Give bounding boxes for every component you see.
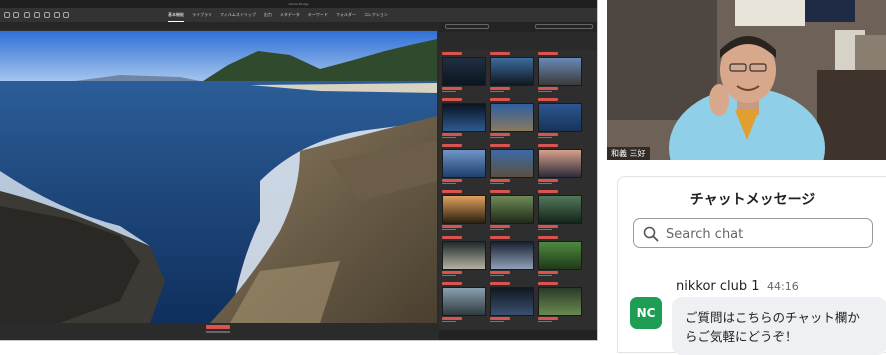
workspace-tab[interactable]: フィルムストリップ (220, 8, 256, 22)
content-tab-bar (439, 32, 597, 50)
message-line: ご質問はこちらのチャット欄か (685, 310, 860, 325)
search-chat-input[interactable] (664, 223, 868, 245)
workspace-tab[interactable]: 基本機能 (168, 8, 184, 22)
participant-video: 和義 三好 (607, 0, 886, 160)
forward-icon[interactable] (13, 12, 19, 18)
content-panel (439, 22, 597, 340)
filter-search[interactable] (535, 24, 593, 29)
adobe-bridge-window: Adobe Bridge 基本機能 ライブラリ フィルムストリップ 出力 メタデ… (0, 0, 598, 341)
preview-footer (0, 323, 437, 340)
search-chat-box[interactable] (633, 218, 873, 248)
workspace-tab[interactable]: キーワード (308, 8, 328, 22)
message-line: らご気軽にどうぞ！ (685, 329, 798, 344)
content-panel-header (439, 22, 597, 32)
workspace-tab[interactable]: フォルダー (336, 8, 356, 22)
content-panel-footer (439, 330, 597, 340)
workspace-tab[interactable]: ライブラリ (192, 8, 212, 22)
chat-title: チャットメッセージ (689, 192, 816, 208)
chat-message: NC nikkor club 1 44:16 ご質問はこちらのチャット欄か らご… (630, 275, 886, 355)
camera-icon[interactable] (34, 12, 40, 18)
message-bubble: ご質問はこちらのチャット欄か らご気軽にどうぞ！ (672, 297, 886, 355)
workspace-tab[interactable]: コレクション (364, 8, 388, 22)
chat-panel: チャットメッセージ NC nikkor club 1 44:16 ご質問はこちら… (617, 176, 886, 355)
refine-icon[interactable] (44, 12, 50, 18)
preview-header (0, 22, 440, 29)
rotate-left-icon[interactable] (54, 12, 60, 18)
avatar: NC (630, 297, 662, 329)
message-sender: nikkor club 1 (676, 279, 760, 294)
message-text: ご質問はこちらのチャット欄か らご気軽にどうぞ！ (685, 308, 875, 346)
preview-image (0, 31, 437, 323)
folder-icon[interactable] (24, 12, 30, 18)
magnifier-icon (643, 226, 659, 242)
filename-label (206, 331, 230, 333)
rotate-right-icon[interactable] (63, 12, 69, 18)
shared-screen: Adobe Bridge 基本機能 ライブラリ フィルムストリップ 出力 メタデ… (0, 0, 598, 351)
workspace-menu: 基本機能 ライブラリ フィルムストリップ 出力 メタデータ キーワード フォルダ… (168, 8, 388, 22)
path-bar[interactable] (445, 24, 489, 29)
app-toolbar: 基本機能 ライブラリ フィルムストリップ 出力 メタデータ キーワード フォルダ… (0, 8, 597, 22)
workspace-tab[interactable]: 出力 (264, 8, 272, 22)
back-icon[interactable] (4, 12, 10, 18)
window-title: Adobe Bridge (0, 0, 597, 8)
participant-name: 和義 三好 (607, 147, 650, 160)
workspace-tab[interactable]: メタデータ (280, 8, 300, 22)
color-label (206, 325, 230, 329)
message-time: 44:16 (767, 280, 799, 293)
